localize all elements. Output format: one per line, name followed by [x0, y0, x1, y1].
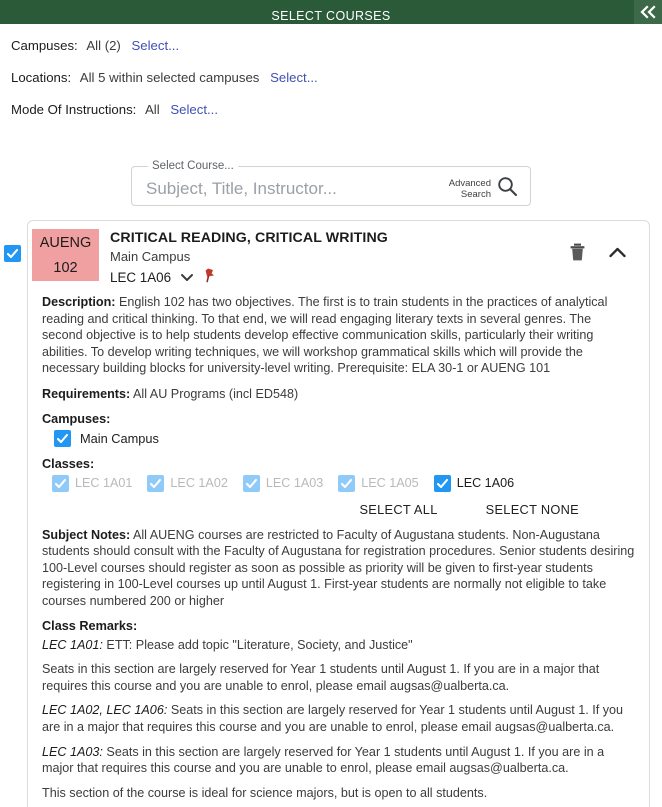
checkbox-checked-icon[interactable] [54, 429, 71, 447]
course-requirements: Requirements: All AU Programs (incl ED54… [42, 386, 635, 403]
filter-select-link-locations[interactable]: Select... [270, 70, 318, 85]
class-option-lec-1a06[interactable]: LEC 1A06 [433, 474, 515, 492]
checkbox-checked-icon[interactable] [52, 474, 69, 492]
checkbox-checked-icon[interactable] [338, 474, 356, 492]
filter-row-mode-of-instructions: Mode Of Instructions: All Select... [11, 102, 662, 117]
class-remark-key: LEC 1A02, LEC 1A06: [42, 703, 168, 718]
class-remark-item: LEC 1A01: ETT: Please add topic "Literat… [42, 637, 635, 654]
double-chevron-left-icon [639, 5, 657, 19]
course-code-number: 102 [53, 260, 78, 276]
class-remark-key: LEC 1A01: [42, 637, 103, 652]
course-card: AUENG 102 CRITICAL READING, CRITICAL WRI… [27, 220, 650, 807]
filter-label-locations: Locations: [11, 70, 72, 85]
checkbox-checked-icon[interactable] [147, 474, 165, 492]
class-remark-item: This section of the course is ideal for … [42, 785, 635, 802]
course-section-line: LEC 1A06 [110, 267, 569, 288]
class-remark-text: Seats in this section are largely reserv… [42, 662, 600, 693]
classes-checkbox-group: LEC 1A01 LEC 1A02 LEC 1A03 LEC 1A05 LEC … [52, 474, 635, 492]
class-option-lec-1a03[interactable]: LEC 1A03 [242, 474, 324, 492]
checkbox-checked-icon[interactable] [433, 474, 451, 492]
campuses-section-label: Campuses: [42, 411, 111, 426]
chevron-up-icon[interactable] [608, 246, 627, 264]
class-option-label: LEC 1A03 [265, 476, 324, 491]
course-section-code: LEC 1A06 [110, 270, 172, 285]
filter-row-locations: Locations: All 5 within selected campuse… [11, 70, 662, 85]
class-option-label: LEC 1A05 [361, 476, 419, 491]
filter-value-mode-of-instructions: All [145, 102, 160, 117]
panel-collapse-button[interactable] [634, 0, 662, 24]
course-search-box: Select Course... Advanced Search [131, 160, 531, 206]
checkbox-checked-icon[interactable] [242, 474, 260, 492]
advanced-search-label: Advanced Search [448, 177, 491, 200]
class-remark-item: LEC 1A02, LEC 1A06: Seats in this sectio… [42, 702, 635, 735]
class-option-lec-1a02[interactable]: LEC 1A02 [147, 474, 228, 492]
filters-section: Campuses: All (2) Select... Locations: A… [0, 24, 662, 138]
chevron-down-icon[interactable] [180, 269, 194, 287]
trash-icon[interactable] [569, 243, 586, 267]
subject-notes: Subject Notes: All AUENG courses are res… [42, 527, 635, 610]
course-campus: Main Campus [110, 249, 191, 264]
filter-label-campuses: Campuses: [11, 38, 78, 53]
select-none-button[interactable]: SELECT NONE [486, 502, 579, 517]
course-requirements-text: All AU Programs (incl ED548) [133, 386, 299, 401]
classes-section-label: Classes: [42, 456, 95, 471]
course-description-label: Description: [42, 295, 116, 309]
app-header: SELECT COURSES [0, 0, 662, 24]
filter-row-campuses: Campuses: All (2) Select... [11, 38, 662, 53]
course-card-actions [569, 225, 649, 267]
filter-select-link-campuses[interactable]: Select... [131, 38, 179, 53]
class-remarks-label: Class Remarks: [42, 618, 138, 633]
class-option-lec-1a05[interactable]: LEC 1A05 [338, 474, 419, 492]
campus-option-label: Main Campus [80, 430, 159, 446]
class-option-label: LEC 1A01 [75, 476, 133, 491]
course-code-subject: AUENG [39, 235, 92, 251]
course-title: CRITICAL READING, CRITICAL WRITING [110, 230, 388, 246]
course-card-header: AUENG 102 CRITICAL READING, CRITICAL WRI… [28, 221, 649, 288]
class-remark-item: LEC 1A03: Seats in this section are larg… [42, 744, 635, 777]
class-option-lec-1a01[interactable]: LEC 1A01 [52, 474, 133, 492]
course-result-row: AUENG 102 CRITICAL READING, CRITICAL WRI… [0, 220, 662, 807]
course-description: Description: English 102 has two objecti… [42, 294, 635, 377]
class-option-label: LEC 1A06 [456, 476, 515, 491]
filter-value-locations: All 5 within selected campuses [79, 70, 260, 85]
course-card-body: Description: English 102 has two objecti… [28, 288, 649, 807]
course-description-text: English 102 has two objectives. The firs… [42, 295, 608, 376]
course-search-legend: Select Course... [152, 160, 234, 172]
course-select-checkbox[interactable] [4, 245, 21, 265]
campus-option-main-campus[interactable]: Main Campus [54, 429, 635, 447]
filter-value-campuses: All (2) [86, 38, 121, 53]
checkbox-checked-icon[interactable] [4, 245, 21, 262]
course-header-info: CRITICAL READING, CRITICAL WRITING Main … [99, 225, 569, 288]
select-all-button[interactable]: SELECT ALL [359, 502, 437, 517]
magnifier-icon [496, 175, 518, 202]
class-remark-text: ETT: Please add topic "Literature, Socie… [106, 637, 413, 652]
class-remark-key: LEC 1A03: [42, 744, 103, 759]
class-remark-text: Seats in this section are largely reserv… [42, 744, 605, 776]
class-option-label: LEC 1A02 [170, 476, 228, 491]
subject-notes-text: All AUENG courses are restricted to Facu… [42, 527, 635, 608]
advanced-search-button[interactable]: Advanced Search [449, 175, 518, 202]
class-remark-text: This section of the course is ideal for … [42, 785, 488, 800]
course-requirements-label: Requirements: [42, 386, 131, 401]
pushpin-icon[interactable] [203, 267, 217, 288]
filter-select-link-mode-of-instructions[interactable]: Select... [170, 102, 218, 117]
subject-notes-label: Subject Notes: [42, 527, 131, 542]
course-search: Select Course... Advanced Search [131, 160, 531, 206]
search-input[interactable] [144, 178, 449, 199]
course-code-badge: AUENG 102 [32, 229, 99, 281]
class-remark-item: Seats in this section are largely reserv… [42, 661, 635, 694]
page-title: SELECT COURSES [271, 9, 391, 23]
class-select-actions: SELECT ALL SELECT NONE [42, 494, 635, 517]
filter-label-mode-of-instructions: Mode Of Instructions: [11, 102, 137, 117]
